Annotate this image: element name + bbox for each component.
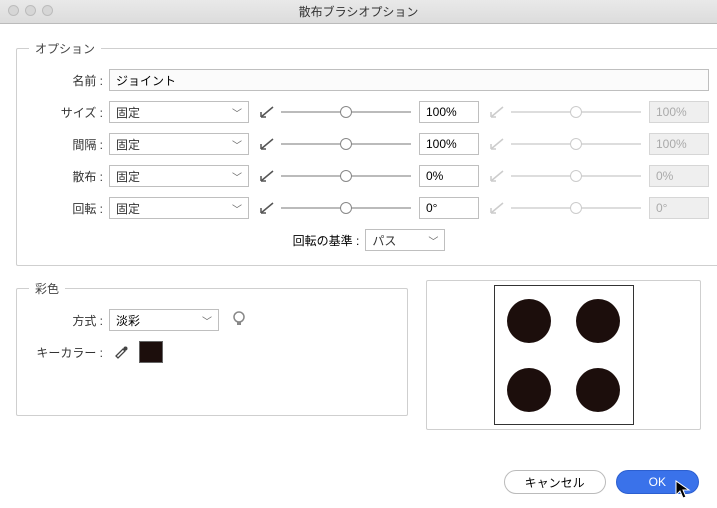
flip-icon[interactable] <box>259 105 275 119</box>
dialog-content: オプション 名前 : サイズ : 固定 ﹀ 100% <box>0 24 717 508</box>
scatter-slider-2 <box>511 165 641 187</box>
zoom-icon[interactable] <box>42 5 53 16</box>
title-bar: 散布ブラシオプション <box>0 0 717 24</box>
rotation-value-1[interactable]: 0° <box>419 197 479 219</box>
lower-section: 彩色 方式 : 淡彩 ﹀ キーカラー : <box>16 280 701 430</box>
preview-dot <box>507 368 551 412</box>
spacing-mode-value: 固定 <box>116 136 140 153</box>
options-group: オプション 名前 : サイズ : 固定 ﹀ 100% <box>16 40 717 266</box>
size-value-2: 100% <box>649 101 709 123</box>
scatter-value-2: 0% <box>649 165 709 187</box>
size-value-1[interactable]: 100% <box>419 101 479 123</box>
rotation-mode-value: 固定 <box>116 200 140 217</box>
size-label: サイズ : <box>29 104 109 121</box>
preview-dot <box>576 368 620 412</box>
rotation-label: 回転 : <box>29 200 109 217</box>
spacing-row: 間隔 : 固定 ﹀ 100% 100% <box>29 133 709 155</box>
spacing-slider-1[interactable] <box>281 133 411 155</box>
flip-icon[interactable] <box>259 137 275 151</box>
name-input[interactable] <box>109 69 709 91</box>
spacing-mode-select[interactable]: 固定 ﹀ <box>109 133 249 155</box>
dialog-footer: キャンセル OK <box>504 470 699 494</box>
scatter-row: 散布 : 固定 ﹀ 0% 0% <box>29 165 709 187</box>
colorize-legend: 彩色 <box>29 280 65 297</box>
keycolor-label: キーカラー : <box>29 344 109 361</box>
spacing-label: 間隔 : <box>29 136 109 153</box>
rotation-mode-select[interactable]: 固定 ﹀ <box>109 197 249 219</box>
scatter-label: 散布 : <box>29 168 109 185</box>
chevron-down-icon: ﹀ <box>232 105 242 120</box>
name-row: 名前 : <box>29 69 709 91</box>
name-label: 名前 : <box>29 72 109 89</box>
chevron-down-icon: ﹀ <box>232 201 242 216</box>
flip-icon[interactable] <box>259 169 275 183</box>
chevron-down-icon: ﹀ <box>202 313 212 328</box>
cancel-button[interactable]: キャンセル <box>504 470 606 494</box>
chevron-down-icon: ﹀ <box>232 137 242 152</box>
flip-icon[interactable] <box>259 201 275 215</box>
rotation-row: 回転 : 固定 ﹀ 0° 0° <box>29 197 709 219</box>
options-legend: オプション <box>29 40 101 57</box>
flip-icon <box>489 137 505 151</box>
method-row: 方式 : 淡彩 ﹀ <box>29 309 395 331</box>
close-icon[interactable] <box>8 5 19 16</box>
preview-box <box>426 280 701 430</box>
chevron-down-icon: ﹀ <box>428 233 438 248</box>
rotation-value-2: 0° <box>649 197 709 219</box>
method-label: 方式 : <box>29 312 109 329</box>
preview-dot <box>576 299 620 343</box>
flip-icon <box>489 105 505 119</box>
size-mode-select[interactable]: 固定 ﹀ <box>109 101 249 123</box>
method-select[interactable]: 淡彩 ﹀ <box>109 309 219 331</box>
preview-dot <box>507 299 551 343</box>
flip-icon <box>489 201 505 215</box>
rotation-slider-1[interactable] <box>281 197 411 219</box>
size-row: サイズ : 固定 ﹀ 100% 100% <box>29 101 709 123</box>
rotation-basis-select[interactable]: パス ﹀ <box>365 229 445 251</box>
brush-preview <box>494 285 634 425</box>
size-slider-2 <box>511 101 641 123</box>
rotation-slider-2 <box>511 197 641 219</box>
spacing-value-2: 100% <box>649 133 709 155</box>
size-mode-value: 固定 <box>116 104 140 121</box>
rotation-basis-value: パス <box>372 232 396 249</box>
window-title: 散布ブラシオプション <box>299 3 419 20</box>
scatter-mode-value: 固定 <box>116 168 140 185</box>
scatter-value-1[interactable]: 0% <box>419 165 479 187</box>
keycolor-swatch[interactable] <box>139 341 163 363</box>
chevron-down-icon: ﹀ <box>232 169 242 184</box>
size-slider-1[interactable] <box>281 101 411 123</box>
spacing-value-1[interactable]: 100% <box>419 133 479 155</box>
method-value: 淡彩 <box>116 312 140 329</box>
window-controls <box>8 5 53 16</box>
scatter-mode-select[interactable]: 固定 ﹀ <box>109 165 249 187</box>
colorize-group: 彩色 方式 : 淡彩 ﹀ キーカラー : <box>16 280 408 416</box>
rotation-basis-label: 回転の基準 : <box>293 232 366 249</box>
rotation-basis-row: 回転の基準 : パス ﹀ <box>29 229 709 251</box>
ok-button[interactable]: OK <box>616 470 699 494</box>
tips-icon[interactable] <box>231 310 247 331</box>
scatter-slider-1[interactable] <box>281 165 411 187</box>
eyedropper-icon[interactable] <box>113 343 129 362</box>
flip-icon <box>489 169 505 183</box>
minimize-icon[interactable] <box>25 5 36 16</box>
keycolor-row: キーカラー : <box>29 341 395 363</box>
spacing-slider-2 <box>511 133 641 155</box>
